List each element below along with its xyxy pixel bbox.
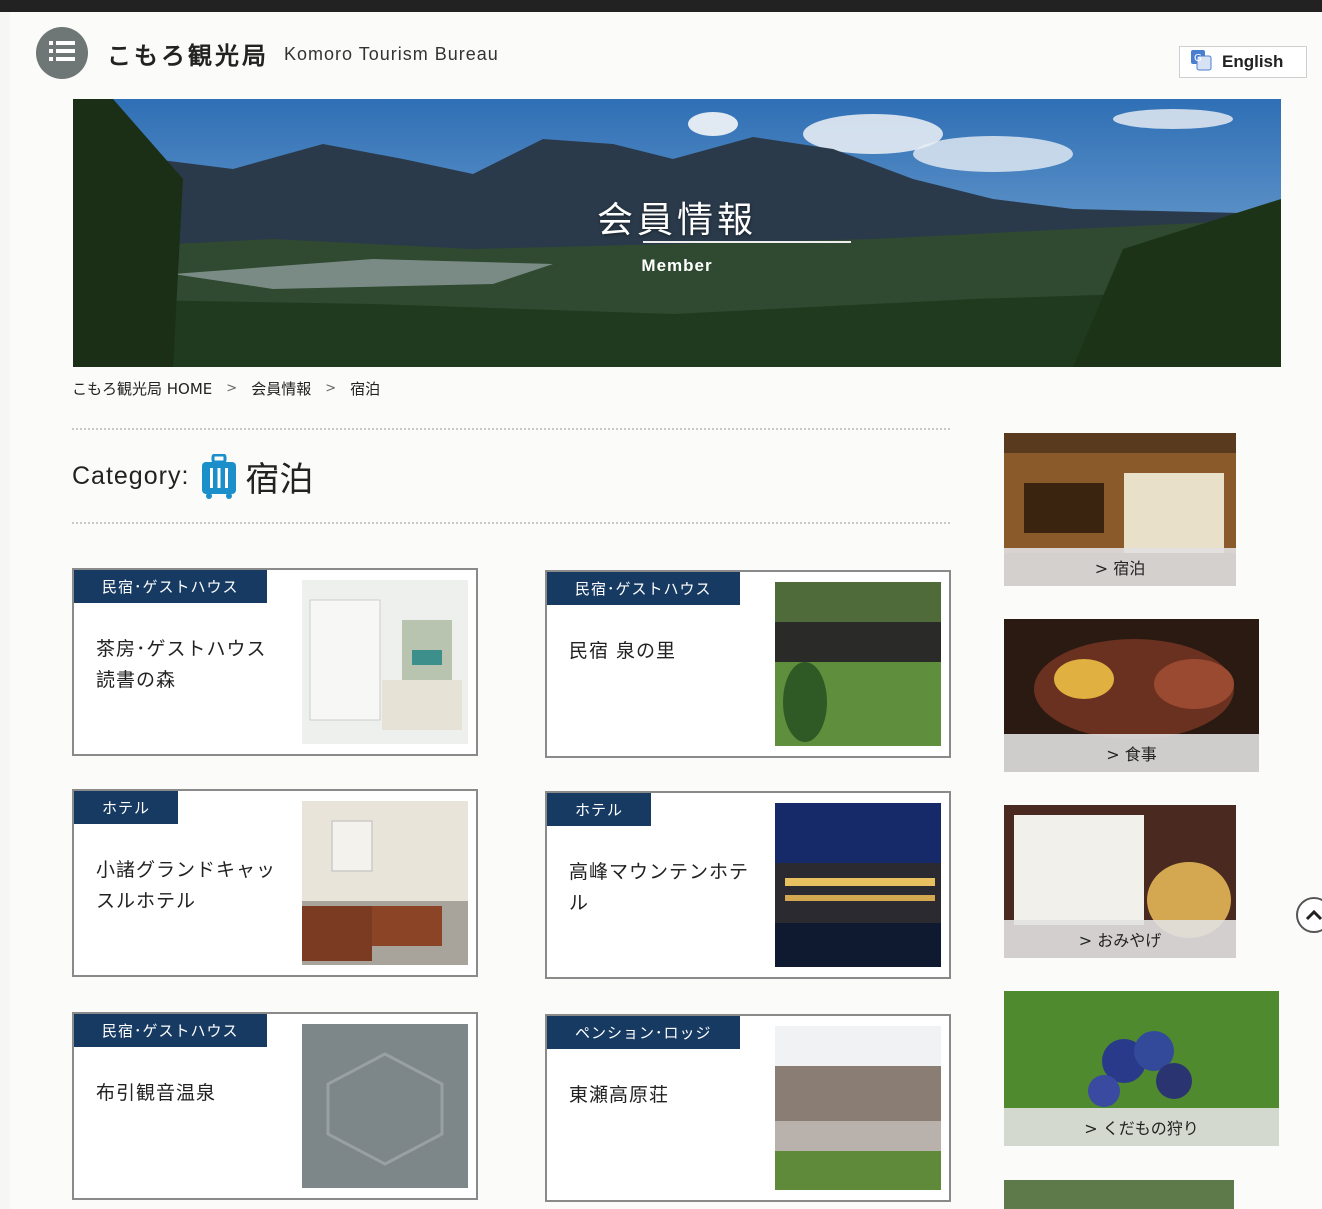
sidebar-link-label: > くだもの狩り	[1004, 1108, 1279, 1146]
card-category-tag: 民宿･ゲストハウス	[74, 570, 267, 603]
site-title[interactable]: こもろ観光局	[107, 36, 269, 71]
member-card[interactable]: ペンション･ロッジ 東瀬高原荘	[545, 1014, 951, 1202]
breadcrumb-separator: >	[226, 381, 238, 396]
card-category-tag: 民宿･ゲストハウス	[547, 572, 740, 605]
card-title: 布引観音温泉	[96, 1082, 217, 1104]
sidebar-link-partial[interactable]	[1004, 1180, 1234, 1209]
sidebar-link-lodging[interactable]: > 宿泊	[1004, 433, 1236, 586]
breadcrumb-current: 宿泊	[350, 380, 381, 398]
hero-divider	[643, 241, 851, 243]
menu-icon	[49, 40, 75, 66]
card-title: 茶房･ゲストハウス 読書の森	[96, 638, 267, 691]
member-card[interactable]: 民宿･ゲストハウス 茶房･ゲストハウス 読書の森	[72, 568, 478, 756]
member-card[interactable]: 民宿･ゲストハウス 民宿 泉の里	[545, 570, 951, 758]
sidebar-link-label: > 宿泊	[1004, 548, 1236, 586]
breadcrumb-separator: >	[325, 381, 337, 396]
member-card[interactable]: ホテル 小諸グランドキャッスルホテル	[72, 789, 478, 977]
window-top-edge	[0, 0, 1322, 12]
card-category-tag: 民宿･ゲストハウス	[74, 1014, 267, 1047]
card-title: 高峰マウンテンホテル	[569, 861, 750, 914]
card-thumbnail	[302, 580, 468, 744]
svg-text:G: G	[1194, 53, 1202, 64]
sidebar-link-fruit-picking[interactable]: > くだもの狩り	[1004, 991, 1279, 1146]
category-label: Category:	[72, 462, 190, 490]
hero-subtitle: Member	[641, 256, 713, 275]
english-label: English	[1222, 52, 1284, 71]
chevron-up-icon	[1305, 906, 1322, 925]
card-title: 民宿 泉の里	[569, 640, 677, 662]
card-thumbnail	[775, 1026, 941, 1190]
card-thumbnail	[775, 803, 941, 967]
card-title: 東瀬高原荘	[569, 1084, 670, 1106]
card-thumbnail	[302, 1024, 468, 1188]
card-title: 小諸グランドキャッスルホテル	[96, 859, 277, 912]
sidebar-link-label: > 食事	[1004, 734, 1259, 772]
member-card[interactable]: 民宿･ゲストハウス 布引観音温泉	[72, 1012, 478, 1200]
hero-banner: 会員情報 Member	[73, 99, 1281, 367]
card-category-tag: ホテル	[547, 793, 652, 826]
site-subtitle: Komoro Tourism Bureau	[284, 44, 499, 64]
category-heading: Category: 宿泊	[72, 452, 313, 501]
menu-button[interactable]	[36, 27, 88, 79]
breadcrumb: こもろ観光局 HOME > 会員情報 > 宿泊	[72, 378, 380, 399]
nature-photo	[1004, 1180, 1234, 1209]
suitcase-icon	[201, 453, 237, 500]
sidebar-link-souvenirs[interactable]: > おみやげ	[1004, 805, 1236, 958]
card-category-tag: ホテル	[74, 791, 179, 824]
member-card[interactable]: ホテル 高峰マウンテンホテル	[545, 791, 951, 979]
divider	[72, 428, 950, 430]
card-thumbnail	[775, 582, 941, 746]
english-language-button[interactable]: G English	[1179, 46, 1307, 78]
category-name: 宿泊	[245, 460, 314, 500]
divider	[72, 522, 950, 524]
card-thumbnail	[302, 801, 468, 965]
card-category-tag: ペンション･ロッジ	[547, 1016, 740, 1049]
breadcrumb-home[interactable]: こもろ観光局 HOME	[72, 378, 212, 399]
translate-icon: G	[1190, 49, 1212, 75]
sidebar-link-dining[interactable]: > 食事	[1004, 619, 1259, 772]
breadcrumb-members[interactable]: 会員情報	[251, 378, 311, 399]
hero-title: 会員情報	[596, 200, 757, 241]
sidebar-link-label: > おみやげ	[1004, 920, 1236, 958]
